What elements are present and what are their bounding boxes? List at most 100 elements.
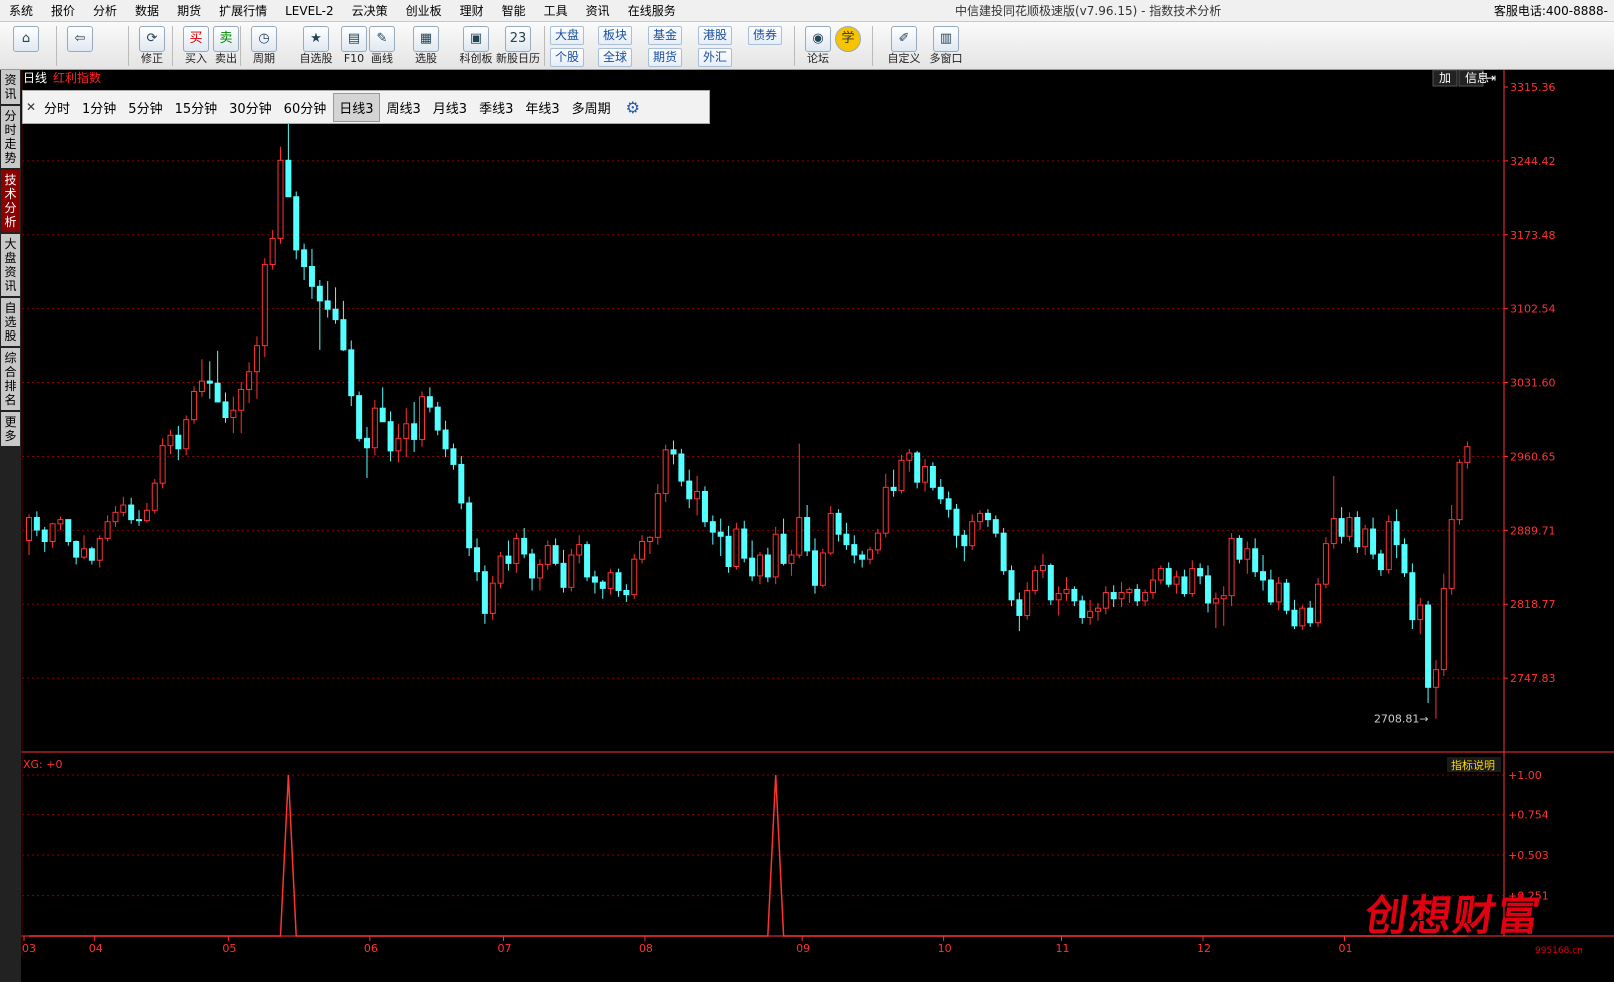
menu-item-12[interactable]: 资讯	[577, 0, 619, 22]
period-item-5[interactable]: 60分钟	[279, 94, 332, 121]
candle-body-down	[1409, 572, 1416, 621]
period-item-1[interactable]: 1分钟	[77, 94, 121, 121]
candle-body-down	[1425, 604, 1432, 688]
candle-body-up	[1362, 528, 1369, 548]
side-tab-2[interactable]: 技术分析	[1, 170, 20, 232]
toolbar-button-clock[interactable]: ◷ 周期	[246, 25, 282, 68]
toolbar-button-pencil[interactable]: ✎ 画线	[364, 25, 400, 68]
quick-button-4[interactable]: 基金	[648, 26, 683, 45]
x-tick-label: 07	[497, 942, 511, 955]
period-item-6[interactable]: 日线3	[333, 92, 380, 122]
menu-item-7[interactable]: 云决策	[343, 0, 397, 22]
toolbar-button-filter[interactable]: ▦ 选股	[408, 25, 444, 68]
quick-button-3[interactable]: 全球	[598, 48, 633, 67]
filter-icon: ▦	[413, 26, 439, 52]
candle-body-down	[749, 557, 756, 577]
candle-body-down	[308, 266, 315, 287]
hotline-text: 客服电话:400-8888-	[1493, 4, 1608, 18]
quick-button-0[interactable]: 大盘	[550, 26, 585, 45]
indicator-label: XG: +0	[23, 758, 62, 771]
side-tab-5[interactable]: 综合排名	[1, 348, 20, 410]
y-tick-label: 2889.71	[1510, 524, 1556, 537]
menu-item-10[interactable]: 智能	[493, 0, 535, 22]
expand-icon[interactable]: ⇥	[1486, 71, 1496, 85]
menu-item-8[interactable]: 创业板	[397, 0, 451, 22]
menu-item-2[interactable]: 分析	[84, 0, 126, 22]
candle-body-up	[867, 549, 874, 560]
quick-button-5[interactable]: 期货	[648, 48, 683, 67]
menu-item-0[interactable]: 系统	[0, 0, 42, 22]
candle-body-down	[1016, 599, 1023, 616]
candle-body-down	[214, 382, 221, 403]
candle-body-up	[1448, 519, 1455, 589]
toolbar-button-learn[interactable]: 学	[830, 25, 866, 68]
menu-item-11[interactable]: 工具	[535, 0, 577, 22]
side-tab-1[interactable]: 分时走势	[1, 106, 20, 168]
period-item-8[interactable]: 月线3	[428, 94, 472, 121]
menu-item-9[interactable]: 理财	[451, 0, 493, 22]
period-item-9[interactable]: 季线3	[474, 94, 518, 121]
side-tab-4[interactable]: 自选股	[1, 298, 20, 346]
gear-icon[interactable]: ⚙	[626, 98, 640, 117]
x-tick-label: 11	[1056, 942, 1070, 955]
header-button-0[interactable]: 加	[1439, 71, 1451, 85]
quick-button-1[interactable]: 个股	[550, 48, 585, 67]
candle-body-down	[1260, 571, 1267, 581]
period-item-4[interactable]: 30分钟	[224, 94, 277, 121]
menu-item-1[interactable]: 报价	[42, 0, 84, 22]
candle-body-up	[1102, 592, 1109, 609]
menu-item-3[interactable]: 数据	[126, 0, 168, 22]
candle-body-up	[1032, 570, 1039, 591]
menu-item-5[interactable]: 扩展行情	[210, 0, 276, 22]
chart-area[interactable]: 日线 红利指数加信息⇥3315.363244.423173.483102.5430…	[21, 70, 1614, 982]
toolbar-button-calendar[interactable]: 23 新股日历	[492, 25, 544, 68]
candle-body-down	[804, 517, 811, 552]
toolbar-button-refresh[interactable]: ⟳ 修正	[134, 25, 170, 68]
close-icon[interactable]: ✕	[23, 100, 39, 114]
side-tab-3[interactable]: 大盘资讯	[1, 234, 20, 296]
x-tick-label: 09	[796, 942, 810, 955]
sell-icon: 卖	[213, 26, 239, 52]
candle-body-up	[607, 572, 614, 589]
period-item-2[interactable]: 5分钟	[123, 94, 167, 121]
candle-body-down	[560, 562, 567, 588]
indicator-explain-button[interactable]: 指标说明	[1451, 758, 1495, 772]
y-tick-label: 3173.48	[1510, 229, 1556, 242]
menu-item-6[interactable]: LEVEL-2	[276, 0, 343, 22]
menu-item-13[interactable]: 在线服务	[619, 0, 685, 22]
quick-button-8[interactable]: 债券	[748, 26, 783, 45]
quick-button-7[interactable]: 外汇	[698, 48, 733, 67]
period-item-7[interactable]: 周线3	[382, 94, 426, 121]
side-tab-6[interactable]: 更多	[1, 412, 20, 446]
toolbar-button-sell[interactable]: 卖卖出	[208, 25, 244, 68]
x-tick-label: 04	[89, 942, 103, 955]
candle-body-up	[371, 407, 378, 449]
candle-body-down	[1181, 576, 1188, 595]
period-item-0[interactable]: 分时	[39, 94, 75, 121]
candle-body-down	[1165, 568, 1172, 585]
candle-body-up	[882, 486, 889, 534]
period-item-10[interactable]: 年线3	[520, 94, 564, 121]
period-item-3[interactable]: 15分钟	[170, 94, 223, 121]
candle-body-down	[992, 519, 999, 534]
quick-button-2[interactable]: 板块	[598, 26, 633, 45]
toolbar-button-back-arrow[interactable]: ⇦	[62, 25, 98, 68]
candle-body-up	[1024, 589, 1031, 616]
period-item-11[interactable]: 多周期	[567, 94, 616, 121]
back-arrow-icon: ⇦	[67, 26, 93, 52]
candle-body-up	[1440, 587, 1447, 671]
candle-body-up	[772, 533, 779, 578]
toolbar-button-home[interactable]: ⌂	[8, 25, 44, 68]
candle-body-up	[513, 537, 520, 564]
toolbar-button-multi-window[interactable]: ▥ 多窗口	[920, 25, 972, 68]
learn-icon: 学	[835, 26, 861, 52]
menu-item-4[interactable]: 期货	[168, 0, 210, 22]
candle-body-up	[898, 459, 905, 491]
side-tab-0[interactable]: 资讯	[1, 70, 20, 104]
x-tick-label: 08	[639, 942, 653, 955]
candle-body-up	[827, 512, 834, 554]
home-icon: ⌂	[13, 26, 39, 52]
quick-button-6[interactable]: 港股	[698, 26, 733, 45]
x-tick-label: 10	[938, 942, 952, 955]
candle-body-up	[1055, 593, 1062, 601]
